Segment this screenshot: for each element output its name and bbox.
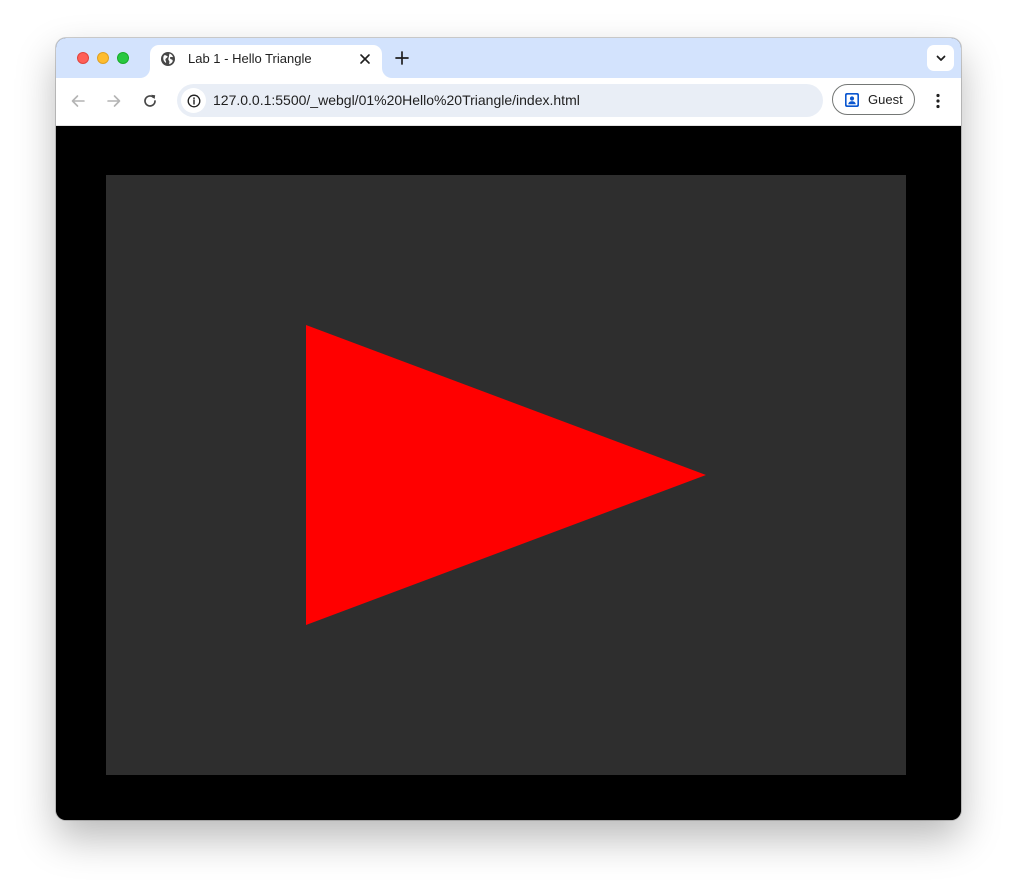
close-window-button[interactable]: [77, 52, 89, 64]
chevron-down-icon: [936, 55, 945, 61]
tab-strip: Lab 1 - Hello Triangle: [56, 38, 961, 78]
browser-window: Lab 1 - Hello Triangle 127.0.0.1:5500/_w…: [56, 38, 961, 820]
profile-label: Guest: [868, 92, 903, 107]
back-button[interactable]: [67, 90, 89, 112]
person-badge-icon: [844, 92, 860, 108]
info-icon: [187, 94, 200, 107]
kebab-menu-icon: [936, 93, 940, 109]
forward-button[interactable]: [103, 90, 125, 112]
zoom-window-button[interactable]: [117, 52, 129, 64]
site-info-button[interactable]: [181, 88, 206, 113]
webgl-canvas: [106, 175, 906, 775]
browser-toolbar: 127.0.0.1:5500/_webgl/01%20Hello%20Trian…: [56, 78, 961, 126]
plus-icon: [395, 51, 409, 65]
new-tab-button[interactable]: [393, 49, 411, 67]
reload-icon: [144, 94, 156, 107]
minimize-window-button[interactable]: [97, 52, 109, 64]
address-bar[interactable]: 127.0.0.1:5500/_webgl/01%20Hello%20Trian…: [177, 84, 823, 117]
close-icon[interactable]: [356, 50, 374, 68]
url-text[interactable]: 127.0.0.1:5500/_webgl/01%20Hello%20Trian…: [213, 92, 580, 109]
globe-icon: [160, 51, 176, 67]
arrow-left-icon: [71, 95, 85, 107]
tab-active[interactable]: Lab 1 - Hello Triangle: [150, 45, 382, 78]
arrow-right-icon: [107, 95, 121, 107]
reload-button[interactable]: [139, 90, 161, 112]
page-viewport: [56, 126, 961, 820]
profile-button[interactable]: Guest: [832, 84, 915, 115]
tab-title: Lab 1 - Hello Triangle: [188, 51, 312, 66]
tab-search-button[interactable]: [927, 45, 954, 71]
browser-menu-button[interactable]: [928, 90, 948, 112]
red-triangle: [306, 325, 706, 625]
